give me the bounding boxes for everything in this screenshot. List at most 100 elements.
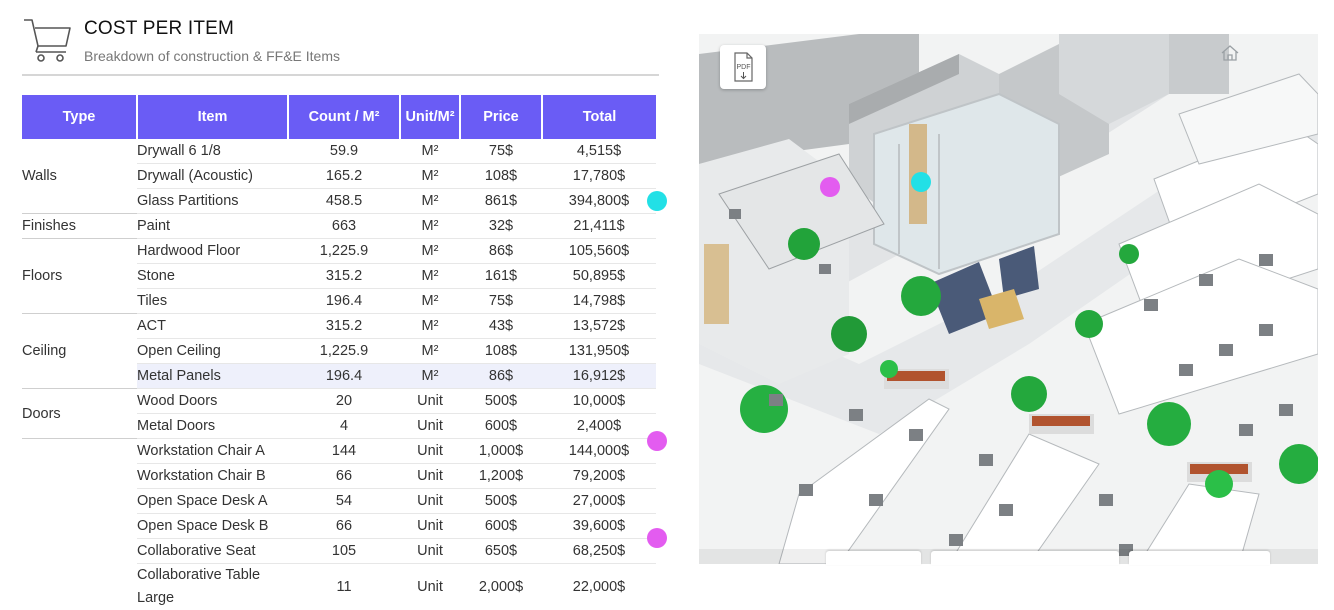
marker-dot-glass-partitions[interactable]: [647, 191, 667, 211]
column-header-count[interactable]: Count / M²: [288, 95, 400, 139]
item-cell: Tiles: [137, 289, 288, 314]
page-header: COST PER ITEM Breakdown of construction …: [22, 14, 659, 76]
total-cell: 17,780$: [542, 164, 656, 189]
total-cell: 68,250$: [542, 539, 656, 564]
price-cell: 43$: [460, 314, 542, 339]
count-cell: 20: [288, 389, 400, 414]
item-cell: Open Space Desk B: [137, 514, 288, 539]
count-cell: 11: [288, 564, 400, 610]
price-cell: 108$: [460, 164, 542, 189]
item-cell: Drywall (Acoustic): [137, 164, 288, 189]
item-cell: Paint: [137, 214, 288, 239]
page-title: COST PER ITEM: [84, 18, 234, 40]
scene-marker-cyan[interactable]: [911, 172, 931, 192]
home-icon[interactable]: [1219, 43, 1241, 63]
unit-cell: M²: [400, 139, 460, 164]
pdf-download-button[interactable]: PDF: [720, 45, 766, 89]
price-cell: 600$: [460, 514, 542, 539]
marker-dot-workstation-chair-a[interactable]: [647, 431, 667, 451]
type-cell: Walls: [22, 139, 137, 214]
count-cell: 196.4: [288, 364, 400, 389]
cost-table: Type Item Count / M² Unit/M² Price Total…: [22, 95, 656, 610]
total-cell: 21,411$: [542, 214, 656, 239]
table-row[interactable]: Walls Drywall 6 1/8 59.9 M² 75$ 4,515$: [22, 139, 656, 164]
item-cell: Drywall 6 1/8: [137, 139, 288, 164]
price-cell: 861$: [460, 189, 542, 214]
count-cell: 66: [288, 514, 400, 539]
total-cell: 79,200$: [542, 464, 656, 489]
table-row[interactable]: Ceiling ACT 315.2 M² 43$ 13,572$: [22, 314, 656, 339]
office-scene: [699, 34, 1318, 564]
type-cell: Floors: [22, 239, 137, 314]
price-cell: 75$: [460, 139, 542, 164]
total-cell: 4,515$: [542, 139, 656, 164]
type-cell: Ceiling: [22, 314, 137, 389]
count-cell: 315.2: [288, 264, 400, 289]
item-cell: ACT: [137, 314, 288, 339]
unit-cell: M²: [400, 339, 460, 364]
count-cell: 458.5: [288, 189, 400, 214]
unit-cell: Unit: [400, 489, 460, 514]
count-cell: 663: [288, 214, 400, 239]
pdf-label: PDF: [737, 64, 751, 71]
price-cell: 2,000$: [460, 564, 542, 610]
total-cell: 22,000$: [542, 564, 656, 610]
price-cell: 32$: [460, 214, 542, 239]
table-row[interactable]: Floors Hardwood Floor 1,225.9 M² 86$ 105…: [22, 239, 656, 264]
unit-cell: Unit: [400, 514, 460, 539]
unit-cell: M²: [400, 314, 460, 339]
shopping-cart-icon: [22, 16, 72, 62]
unit-cell: M²: [400, 364, 460, 389]
table-row[interactable]: Doors Wood Doors 20 Unit 500$ 10,000$: [22, 389, 656, 414]
unit-cell: M²: [400, 264, 460, 289]
item-cell: Workstation Chair B: [137, 464, 288, 489]
type-cell: Doors: [22, 389, 137, 439]
price-cell: 86$: [460, 364, 542, 389]
total-cell: 27,000$: [542, 489, 656, 514]
item-cell: Metal Doors: [137, 414, 288, 439]
table-header-row: Type Item Count / M² Unit/M² Price Total: [22, 95, 656, 139]
count-cell: 165.2: [288, 164, 400, 189]
column-header-type[interactable]: Type: [22, 95, 137, 139]
count-cell: 315.2: [288, 314, 400, 339]
pdf-download-icon: PDF: [720, 45, 766, 89]
viewer-panel-tab-1[interactable]: [826, 551, 921, 565]
viewer-panel-tab-2[interactable]: [931, 551, 1119, 565]
price-cell: 650$: [460, 539, 542, 564]
item-cell: Workstation Chair A: [137, 439, 288, 464]
column-header-price[interactable]: Price: [460, 95, 542, 139]
item-cell: Hardwood Floor: [137, 239, 288, 264]
unit-cell: Unit: [400, 389, 460, 414]
column-header-unit[interactable]: Unit/M²: [400, 95, 460, 139]
price-cell: 108$: [460, 339, 542, 364]
total-cell: 50,895$: [542, 264, 656, 289]
item-cell: Collaborative Table Large: [137, 564, 288, 610]
table-row[interactable]: Workstation Chair A 144 Unit 1,000$ 144,…: [22, 439, 656, 464]
type-cell: [22, 439, 137, 610]
column-header-item[interactable]: Item: [137, 95, 288, 139]
unit-cell: M²: [400, 214, 460, 239]
unit-cell: M²: [400, 289, 460, 314]
marker-dot-collaborative-seat[interactable]: [647, 528, 667, 548]
column-header-total[interactable]: Total: [542, 95, 656, 139]
item-cell: Stone: [137, 264, 288, 289]
item-cell: Glass Partitions: [137, 189, 288, 214]
count-cell: 196.4: [288, 289, 400, 314]
total-cell: 131,950$: [542, 339, 656, 364]
total-cell: 13,572$: [542, 314, 656, 339]
unit-cell: M²: [400, 189, 460, 214]
count-cell: 105: [288, 539, 400, 564]
3d-office-viewer[interactable]: [699, 34, 1318, 564]
price-cell: 86$: [460, 239, 542, 264]
unit-cell: Unit: [400, 439, 460, 464]
price-cell: 75$: [460, 289, 542, 314]
unit-cell: Unit: [400, 414, 460, 439]
unit-cell: Unit: [400, 464, 460, 489]
viewer-panel-tab-3[interactable]: [1129, 551, 1270, 565]
scene-marker-magenta[interactable]: [820, 177, 840, 197]
count-cell: 66: [288, 464, 400, 489]
table-row[interactable]: Finishes Paint 663 M² 32$ 21,411$: [22, 214, 656, 239]
total-cell: 16,912$: [542, 364, 656, 389]
price-cell: 600$: [460, 414, 542, 439]
count-cell: 4: [288, 414, 400, 439]
